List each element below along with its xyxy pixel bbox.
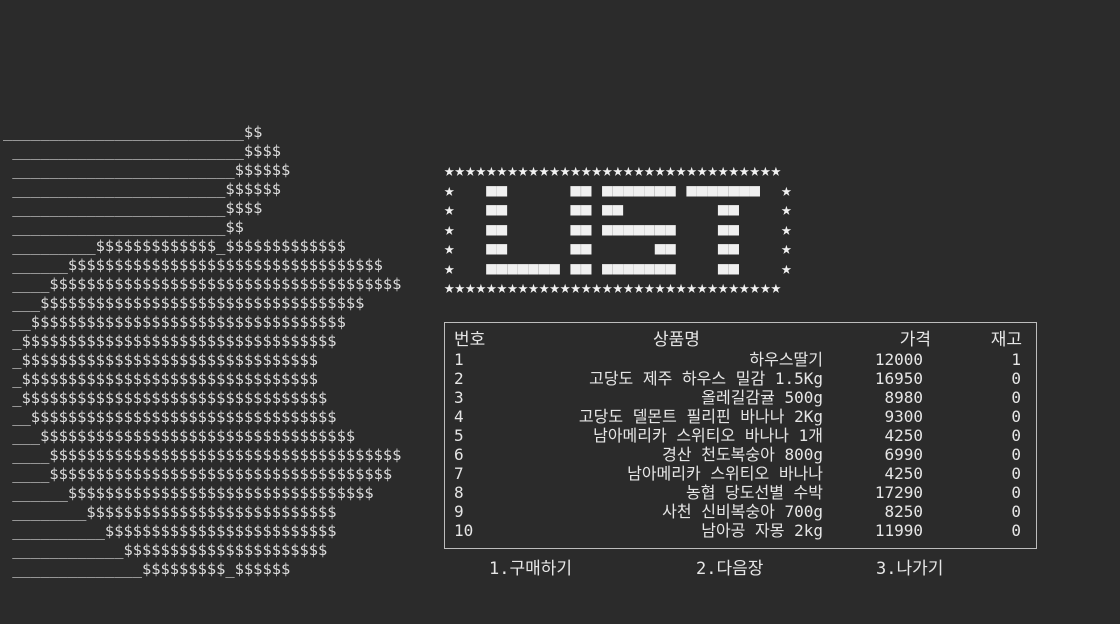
next-page-menu-item[interactable]: 2.다음장	[696, 558, 763, 580]
row-price: 6990	[884, 445, 923, 464]
row-price: 8250	[884, 502, 923, 521]
table-row: 6 경산 천도복숭아 800g 6990 0	[445, 445, 1036, 464]
row-no: 10	[454, 521, 474, 540]
row-stock: 0	[1011, 483, 1021, 502]
ascii-apple-art: __________________________$$ ___________…	[3, 123, 402, 578]
row-stock: 0	[1011, 445, 1021, 464]
row-stock: 1	[1011, 350, 1021, 369]
row-no: 7	[454, 464, 464, 483]
row-no: 8	[454, 483, 464, 502]
row-name: 올레길감귤 500g	[701, 388, 823, 407]
table-row: 8 농협 당도선별 수박 17290 0	[445, 483, 1036, 502]
row-name: 농협 당도선별 수박	[685, 483, 823, 502]
row-price: 8980	[884, 388, 923, 407]
row-name: 고당도 델몬트 필리핀 바나나 2Kg	[578, 407, 823, 426]
row-no: 5	[454, 426, 464, 445]
table-row: 10 남아공 자몽 2kg 11990 0	[445, 521, 1036, 540]
row-stock: 0	[1011, 407, 1021, 426]
row-no: 3	[454, 388, 464, 407]
row-price: 4250	[884, 464, 923, 483]
row-price: 9300	[884, 407, 923, 426]
row-name: 남아메리카 스위티오 바나나 1개	[593, 426, 823, 445]
row-name: 남아공 자몽 2kg	[701, 521, 823, 540]
row-no: 9	[454, 502, 464, 521]
row-name: 고당도 제주 하우스 밀감 1.5Kg	[589, 369, 823, 388]
row-no: 4	[454, 407, 464, 426]
row-stock: 0	[1011, 464, 1021, 483]
row-price: 4250	[884, 426, 923, 445]
table-row: 7 남아메리카 스위티오 바나나 4250 0	[445, 464, 1036, 483]
list-logo-banner: ★★★★★★★★★★★★★★★★★★★★★★★★★★★★★★★★ ★ ■■ ■■…	[444, 161, 792, 298]
row-price: 12000	[874, 350, 923, 369]
header-price: 가격	[899, 330, 931, 350]
row-name: 남아메리카 스위티오 바나나	[627, 464, 823, 483]
row-stock: 0	[1011, 521, 1021, 540]
exit-menu-item[interactable]: 3.나가기	[876, 558, 943, 580]
row-stock: 0	[1011, 502, 1021, 521]
row-stock: 0	[1011, 426, 1021, 445]
row-stock: 0	[1011, 388, 1021, 407]
row-no: 2	[454, 369, 464, 388]
row-price: 17290	[874, 483, 923, 502]
buy-menu-item[interactable]: 1.구매하기	[489, 558, 572, 580]
header-no: 번호	[454, 330, 486, 350]
table-row: 2 고당도 제주 하우스 밀감 1.5Kg 16950 0	[445, 369, 1036, 388]
header-name: 상품명	[653, 330, 700, 350]
table-row: 1 하우스딸기 12000 1	[445, 350, 1036, 369]
header-stock: 재고	[990, 330, 1022, 350]
table-row: 9 사천 신비복숭아 700g 8250 0	[445, 502, 1036, 521]
row-name: 사천 신비복숭아 700g	[662, 502, 823, 521]
table-header: 번호 상품명 가격 재고	[445, 331, 1036, 350]
row-price: 16950	[874, 369, 923, 388]
row-name: 하우스딸기	[749, 350, 823, 369]
table-row: 4 고당도 델몬트 필리핀 바나나 2Kg 9300 0	[445, 407, 1036, 426]
row-no: 6	[454, 445, 464, 464]
row-price: 11990	[874, 521, 923, 540]
table-row: 3 올레길감귤 500g 8980 0	[445, 388, 1036, 407]
row-name: 경산 천도복숭아 800g	[662, 445, 823, 464]
product-table: 번호 상품명 가격 재고 1 하우스딸기 12000 1 2 고당도 제주 하우스 밀감 …	[444, 322, 1037, 549]
row-no: 1	[454, 350, 464, 369]
row-stock: 0	[1011, 369, 1021, 388]
table-row: 5 남아메리카 스위티오 바나나 1개 4250 0	[445, 426, 1036, 445]
